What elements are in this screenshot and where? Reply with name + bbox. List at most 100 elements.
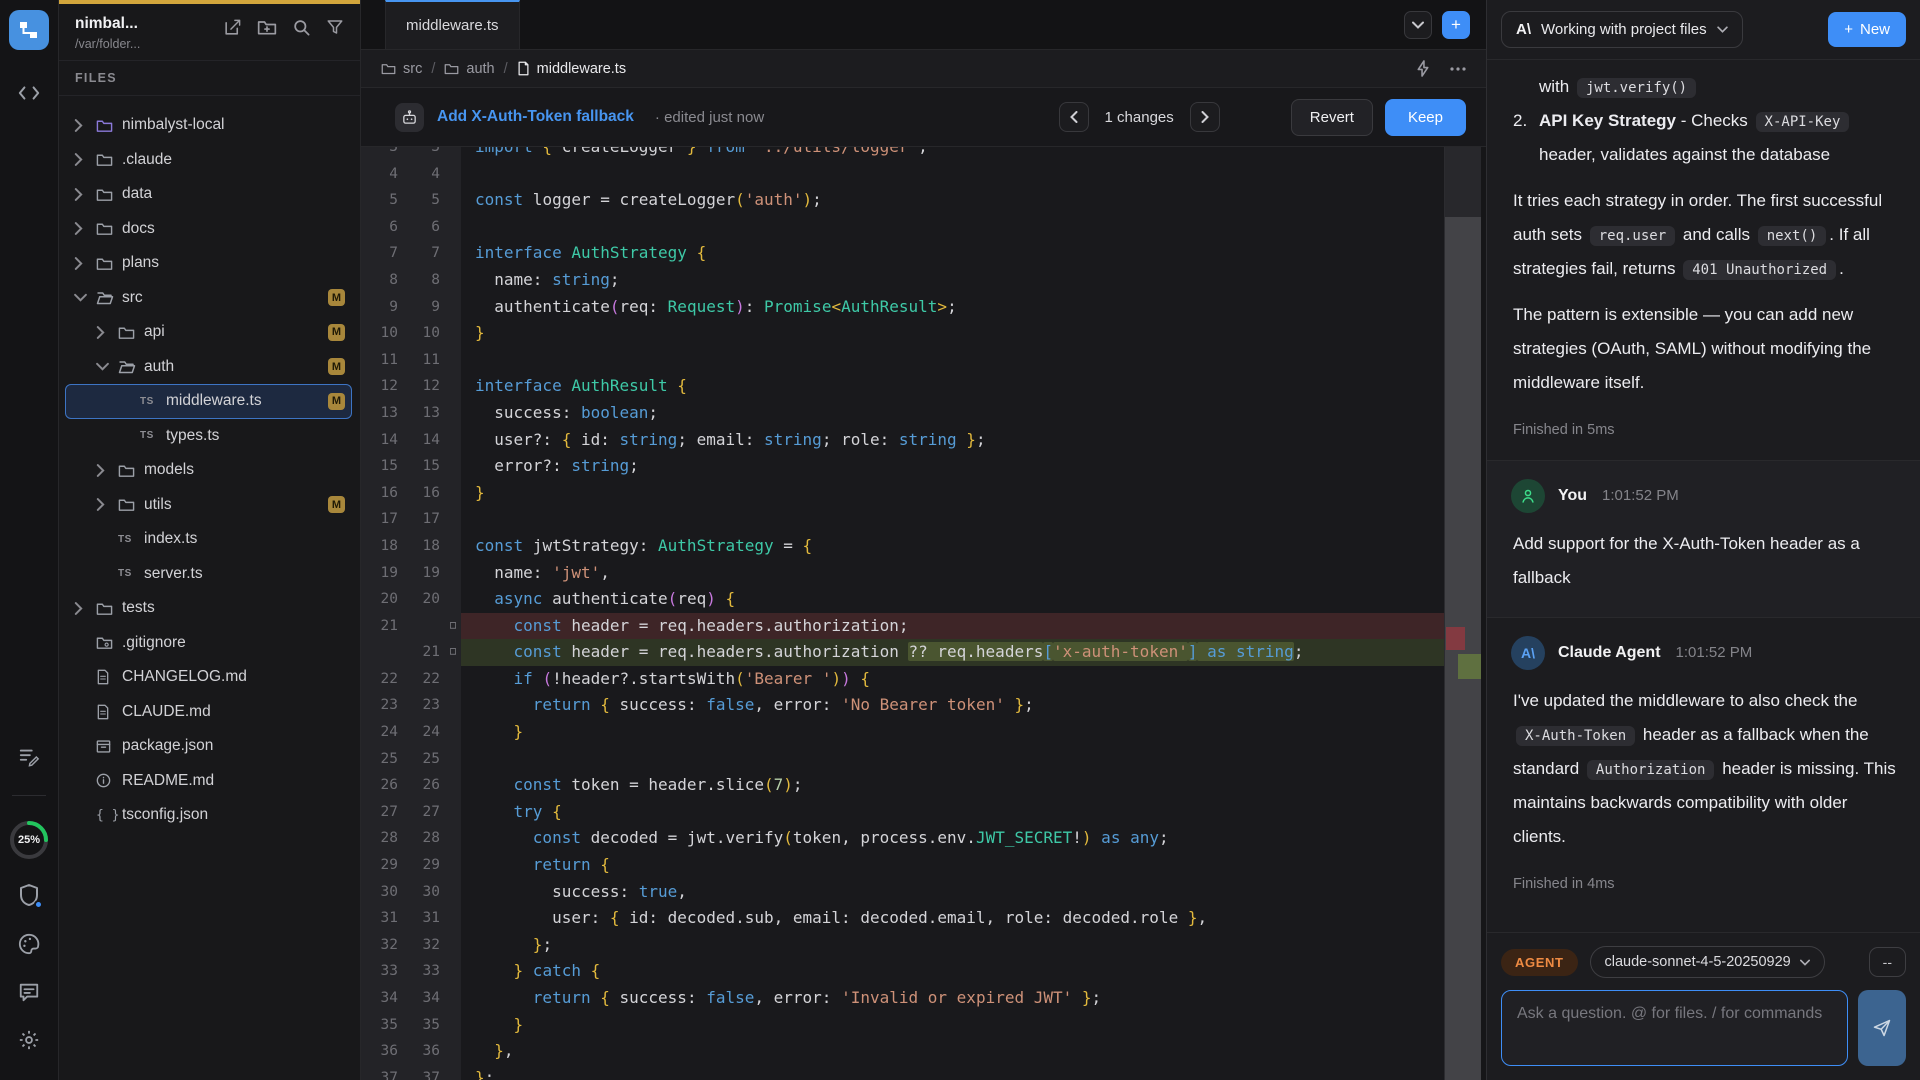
security-shield-icon[interactable] xyxy=(18,883,40,907)
code-line[interactable]: 1616} xyxy=(361,480,1444,507)
code-line[interactable]: 77interface AuthStrategy { xyxy=(361,240,1444,267)
revert-button[interactable]: Revert xyxy=(1291,99,1373,136)
filter-icon[interactable] xyxy=(326,18,344,37)
tree-item--claude[interactable]: .claude xyxy=(65,143,352,178)
search-icon[interactable] xyxy=(292,18,311,37)
code-line[interactable]: 3131 user: { id: decoded.sub, email: dec… xyxy=(361,905,1444,932)
settings-gear-icon[interactable] xyxy=(18,1029,40,1051)
code-line[interactable]: 2828 const decoded = jwt.verify(token, p… xyxy=(361,825,1444,852)
code-line[interactable]: 3737}; xyxy=(361,1065,1444,1080)
tree-item-package-json[interactable]: package.json xyxy=(65,729,352,764)
code-line[interactable]: 1818const jwtStrategy: AuthStrategy = { xyxy=(361,533,1444,560)
code-view-icon[interactable] xyxy=(18,85,40,101)
code-editor[interactable]: 33import { createLogger } from '../utils… xyxy=(361,147,1444,1080)
code-line[interactable]: 2020 async authenticate(req) { xyxy=(361,586,1444,613)
session-selector[interactable]: A\ Working with project files xyxy=(1501,11,1743,48)
code-line[interactable]: 2525 xyxy=(361,746,1444,773)
tree-chevron-icon[interactable] xyxy=(74,257,96,270)
code-line[interactable]: 2929 return { xyxy=(361,852,1444,879)
tree-item-utils[interactable]: utilsM xyxy=(65,488,352,523)
code-line[interactable]: 2626 const token = header.slice(7); xyxy=(361,772,1444,799)
model-selector[interactable]: claude-sonnet-4-5-20250929 xyxy=(1590,946,1825,978)
breadcrumb-auth[interactable]: auth xyxy=(444,61,494,77)
code-line[interactable]: 3636 }, xyxy=(361,1038,1444,1065)
tree-chevron-icon[interactable] xyxy=(74,153,96,166)
tree-chevron-icon[interactable] xyxy=(96,464,118,477)
tree-item-index-ts[interactable]: TSindex.ts xyxy=(65,522,352,557)
prev-change-button[interactable] xyxy=(1059,102,1089,132)
send-button[interactable] xyxy=(1858,990,1906,1066)
code-line[interactable]: 88 name: string; xyxy=(361,267,1444,294)
more-options-icon[interactable] xyxy=(1450,67,1466,71)
chat-transcript[interactable]: with jwt.verify()2.API Key Strategy - Ch… xyxy=(1487,60,1920,932)
tree-chevron-icon[interactable] xyxy=(74,188,96,201)
breadcrumb-src[interactable]: src xyxy=(381,61,422,77)
code-line[interactable]: 1010} xyxy=(361,320,1444,347)
code-line[interactable]: 3535 } xyxy=(361,1012,1444,1039)
code-line-deleted[interactable]: 21□ const header = req.headers.authoriza… xyxy=(361,613,1444,640)
agent-mode-badge[interactable]: AGENT xyxy=(1501,949,1578,976)
tree-item--gitignore[interactable]: .gitignore xyxy=(65,626,352,661)
code-line[interactable]: 2727 try { xyxy=(361,799,1444,826)
code-line[interactable]: 2424 } xyxy=(361,719,1444,746)
tree-item-api[interactable]: apiM xyxy=(65,315,352,350)
tree-item-server-ts[interactable]: TSserver.ts xyxy=(65,557,352,592)
app-logo-icon[interactable] xyxy=(9,10,49,50)
code-line[interactable]: 1212interface AuthResult { xyxy=(361,373,1444,400)
next-change-button[interactable] xyxy=(1190,102,1220,132)
quick-actions-bolt-icon[interactable] xyxy=(1416,60,1430,77)
context-usage-ring[interactable]: 25% xyxy=(7,818,51,862)
code-line[interactable]: 2323 return { success: false, error: 'No… xyxy=(361,692,1444,719)
code-line[interactable]: 2222 if (!header?.startsWith('Bearer '))… xyxy=(361,666,1444,693)
composer-overflow-button[interactable]: -- xyxy=(1869,947,1906,977)
tree-chevron-icon[interactable] xyxy=(74,222,96,235)
tree-item-nimbalyst-local[interactable]: nimbalyst-local xyxy=(65,108,352,143)
tree-chevron-icon[interactable] xyxy=(96,362,118,371)
tree-chevron-icon[interactable] xyxy=(96,326,118,339)
code-line[interactable]: 1414 user?: { id: string; email: string;… xyxy=(361,427,1444,454)
code-line[interactable]: 1515 error?: string; xyxy=(361,453,1444,480)
keep-button[interactable]: Keep xyxy=(1385,99,1466,136)
tree-item-middleware-ts[interactable]: TSmiddleware.tsM xyxy=(65,384,352,419)
code-line[interactable]: 1111 xyxy=(361,347,1444,374)
code-line[interactable]: 3434 return { success: false, error: 'In… xyxy=(361,985,1444,1012)
code-line[interactable]: 1717 xyxy=(361,506,1444,533)
tree-item-plans[interactable]: plans xyxy=(65,246,352,281)
new-session-button[interactable]: + New xyxy=(1828,12,1906,47)
tree-chevron-icon[interactable] xyxy=(74,602,96,615)
tree-item-docs[interactable]: docs xyxy=(65,212,352,247)
code-line[interactable]: 3030 success: true, xyxy=(361,879,1444,906)
tree-chevron-icon[interactable] xyxy=(74,119,96,132)
code-line[interactable]: 3232 }; xyxy=(361,932,1444,959)
code-line[interactable]: 33import { createLogger } from '../utils… xyxy=(361,147,1444,161)
tree-item-src[interactable]: srcM xyxy=(65,281,352,316)
code-line-added[interactable]: 21□ const header = req.headers.authoriza… xyxy=(361,639,1444,666)
code-line[interactable]: 1919 name: 'jwt', xyxy=(361,560,1444,587)
tree-chevron-icon[interactable] xyxy=(96,498,118,511)
feedback-chat-icon[interactable] xyxy=(18,981,40,1003)
code-line[interactable]: 55const logger = createLogger('auth'); xyxy=(361,187,1444,214)
diff-title[interactable]: Add X-Auth-Token fallback xyxy=(437,108,634,126)
notes-compose-icon[interactable] xyxy=(18,746,40,768)
tree-item-tsconfig-json[interactable]: { }tsconfig.json xyxy=(65,798,352,833)
code-line[interactable]: 44 xyxy=(361,161,1444,188)
tab-middleware[interactable]: middleware.ts xyxy=(385,0,520,49)
chat-input[interactable] xyxy=(1501,990,1848,1066)
tree-item-readme-md[interactable]: README.md xyxy=(65,764,352,799)
code-line[interactable]: 99 authenticate(req: Request): Promise<A… xyxy=(361,294,1444,321)
tree-item-data[interactable]: data xyxy=(65,177,352,212)
tree-item-models[interactable]: models xyxy=(65,453,352,488)
new-tab-button[interactable]: + xyxy=(1442,11,1470,39)
code-line[interactable]: 66 xyxy=(361,214,1444,241)
tree-item-auth[interactable]: authM xyxy=(65,350,352,385)
code-line[interactable]: 1313 success: boolean; xyxy=(361,400,1444,427)
code-line[interactable]: 3333 } catch { xyxy=(361,958,1444,985)
theme-palette-icon[interactable] xyxy=(18,933,40,955)
new-file-icon[interactable] xyxy=(223,18,242,37)
tree-item-claude-md[interactable]: CLAUDE.md xyxy=(65,695,352,730)
tab-list-dropdown-button[interactable] xyxy=(1404,11,1432,39)
tree-chevron-icon[interactable] xyxy=(74,293,96,302)
breadcrumb-file[interactable]: middleware.ts xyxy=(517,61,626,77)
tree-item-types-ts[interactable]: TStypes.ts xyxy=(65,419,352,454)
editor-scrollbar[interactable] xyxy=(1444,147,1481,1080)
